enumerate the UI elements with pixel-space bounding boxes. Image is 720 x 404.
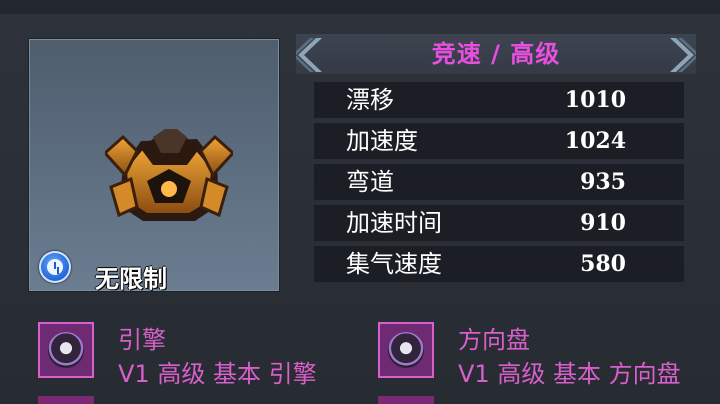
part-name: 引擎 [118,326,166,354]
clock-icon [39,251,71,283]
engine-icon [38,322,94,378]
top-bar [0,0,720,14]
next-part-icon-edge [38,396,94,404]
restriction-label: 无限制 [95,265,167,293]
stat-row: 弯道 935 [314,164,684,200]
stat-row: 加速度 1024 [314,123,684,159]
part-description: V1 高级 基本 方向盘 [458,360,681,388]
stat-name: 加速度 [346,127,418,155]
car-info-panel: 无限制 竞速 / 高级 漂移 1010 加速度 1024 弯道 935 加速时间… [0,0,720,404]
stat-row: 集气速度 580 [314,246,684,282]
part-name: 方向盘 [458,326,530,354]
car-image [105,129,233,221]
stat-value: 580 [580,251,626,277]
stat-name: 集气速度 [346,250,442,278]
stat-value: 1024 [564,128,626,154]
steering-wheel-icon [378,322,434,378]
stat-name: 漂移 [346,86,394,114]
stat-name: 弯道 [346,168,394,196]
part-engine[interactable]: 引擎 V1 高级 基本 引擎 [38,322,358,388]
stats-list: 漂移 1010 加速度 1024 弯道 935 加速时间 910 集气速度 58… [314,82,684,287]
next-part-icon-edge [378,396,434,404]
stat-row: 加速时间 910 [314,205,684,241]
stat-value: 910 [580,210,626,236]
part-steering-wheel[interactable]: 方向盘 V1 高级 基本 方向盘 [378,322,720,388]
stat-value: 1010 [564,87,626,113]
part-description: V1 高级 基本 引擎 [118,360,317,388]
previous-arrow-icon[interactable] [296,36,326,74]
stat-name: 加速时间 [346,209,442,237]
stat-row: 漂移 1010 [314,82,684,118]
stat-value: 935 [580,169,626,195]
next-arrow-icon[interactable] [666,36,696,74]
class-title: 竞速 / 高级 [431,40,561,68]
car-preview-card: 无限制 [28,38,280,293]
